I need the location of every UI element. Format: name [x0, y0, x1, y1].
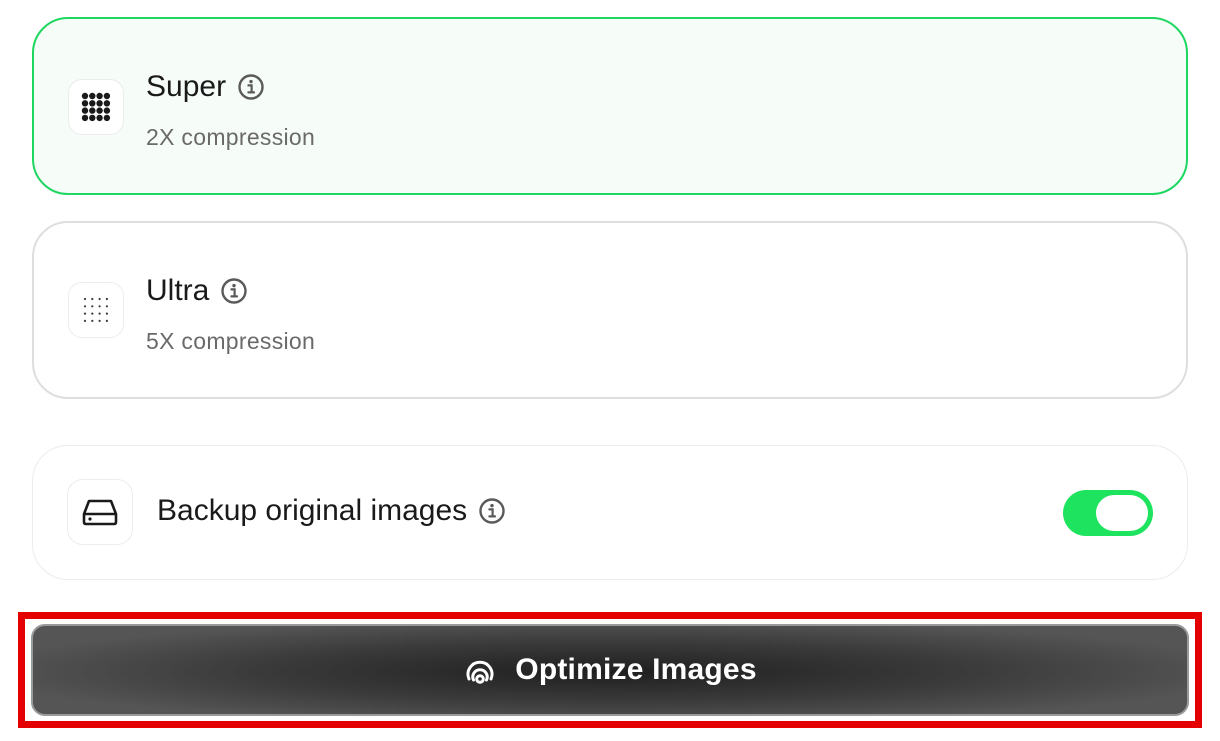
info-icon[interactable]	[219, 276, 249, 306]
option-title-super: Super	[146, 69, 266, 105]
dense-dots-grid-icon	[68, 79, 124, 135]
compression-option-super[interactable]: Super 2X compression	[32, 17, 1188, 195]
backup-label-text: Backup original images	[157, 494, 468, 527]
backup-toggle[interactable]	[1063, 490, 1153, 536]
toggle-knob	[1096, 495, 1148, 531]
option-subtitle-ultra: 5X compression	[146, 328, 316, 354]
info-icon[interactable]	[477, 496, 507, 526]
optimize-icon	[463, 653, 497, 687]
option-title-ultra: Ultra	[146, 273, 249, 309]
compression-option-ultra[interactable]: Ultra 5X compression	[32, 221, 1188, 399]
backup-setting-label: Backup original images	[157, 493, 507, 529]
optimize-button-label: Optimize Images	[515, 653, 757, 686]
backup-setting-row: Backup original images	[32, 445, 1188, 580]
compression-settings-panel: Super 2X compression Ultra 5X compressio…	[0, 0, 1220, 741]
option-title-label: Super	[146, 70, 227, 103]
optimize-images-button[interactable]: Optimize Images	[31, 624, 1189, 716]
option-title-label: Ultra	[146, 274, 210, 307]
option-subtitle-super: 2X compression	[146, 124, 316, 150]
info-icon[interactable]	[236, 72, 266, 102]
sparse-dots-grid-icon	[68, 282, 124, 338]
hard-drive-icon	[67, 479, 133, 545]
